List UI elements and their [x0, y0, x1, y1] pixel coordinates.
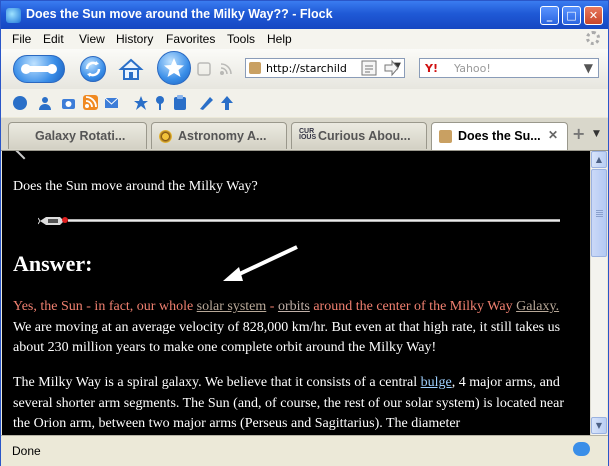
maximize-button[interactable]: □ — [562, 6, 581, 25]
answer-paragraph: Yes, the Sun - in fact, our whole solar … — [13, 297, 579, 359]
tab-curious-about-astronomy[interactable]: CUR IOUS Curious Abou... — [291, 122, 427, 149]
site-favicon-icon — [249, 62, 261, 74]
page-question: Does the Sun move around the Milky Way? — [13, 179, 258, 194]
tab-label: Does the Su... — [458, 129, 541, 143]
milky-way-paragraph: The Milky Way is a spiral galaxy. We bel… — [13, 373, 579, 435]
galaxy-link[interactable]: Galaxy. — [516, 299, 559, 314]
chat-bubble-icon[interactable] — [573, 442, 590, 456]
menu-favorites[interactable]: Favorites — [166, 32, 215, 46]
answer-body-text: We are moving at an average velocity of … — [13, 319, 561, 356]
title-bar: Does the Sun move around the Milky Way??… — [1, 1, 608, 29]
menu-edit[interactable]: Edit — [43, 32, 64, 46]
menu-help[interactable]: Help — [267, 32, 292, 46]
page-graphic-fragment — [15, 151, 33, 160]
answer-highlight-text: Yes, the Sun - in fact, our whole — [13, 299, 197, 314]
answer-highlight-text-2: around the center of the Milky Way — [309, 299, 517, 314]
tab-label: Galaxy Rotati... — [35, 129, 126, 143]
menu-file[interactable]: File — [12, 32, 31, 46]
rss-feed-icon[interactable] — [83, 95, 99, 114]
pointer-arrow-icon — [223, 245, 298, 281]
upload-icon[interactable] — [219, 95, 235, 114]
window-title: Does the Sun move around the Milky Way??… — [26, 7, 333, 21]
star-icon — [164, 58, 184, 77]
tab-galaxy-rotation[interactable]: Galaxy Rotati... — [8, 122, 147, 149]
favorites-star-button[interactable] — [157, 51, 191, 85]
flock-app-icon — [6, 8, 21, 23]
curious-favicon-icon: CUR IOUS — [299, 128, 317, 141]
answer-heading: Answer: — [13, 251, 93, 276]
milky-way-text: The Milky Way is a spiral galaxy. We bel… — [13, 375, 421, 390]
answer-separator-text: - — [266, 299, 278, 314]
clipboard-icon[interactable] — [173, 95, 187, 114]
status-text: Done — [12, 444, 41, 458]
tab-list-dropdown-icon[interactable]: ▼ — [593, 129, 600, 139]
favorites-sidebar-icon[interactable] — [133, 95, 149, 114]
minimize-button[interactable]: _ — [540, 6, 559, 25]
tab-bar: Galaxy Rotati... Astronomy A... CUR IOUS … — [1, 118, 608, 151]
menu-bar: File Edit View History Favorites Tools H… — [1, 29, 608, 50]
yahoo-logo-icon: Y! — [425, 62, 438, 75]
tab-label: Curious Abou... — [318, 129, 411, 143]
scroll-grip — [596, 210, 603, 211]
tab-astronomy[interactable]: Astronomy A... — [151, 122, 287, 149]
back-forward-icon — [21, 64, 57, 74]
status-bar: Done — [1, 435, 608, 466]
mail-icon[interactable] — [104, 96, 120, 113]
go-button[interactable] — [381, 58, 401, 78]
photo-icon[interactable] — [61, 95, 77, 114]
page-info-icon[interactable] — [359, 58, 379, 78]
close-tab-icon[interactable]: ✕ — [548, 128, 558, 142]
search-dropdown-icon[interactable]: ▼ — [584, 61, 593, 75]
reload-button[interactable] — [80, 56, 106, 82]
starchild-favicon-icon — [439, 130, 452, 143]
home-button[interactable] — [117, 56, 145, 82]
new-tab-button[interactable]: + — [572, 126, 588, 142]
menu-history[interactable]: History — [116, 32, 153, 46]
people-icon[interactable] — [37, 95, 53, 114]
go-arrow-icon — [384, 59, 399, 77]
solar-system-link[interactable]: solar system — [197, 299, 267, 314]
vertical-scrollbar[interactable]: ▲ ▼ — [590, 151, 607, 435]
orbits-link[interactable]: orbits — [278, 299, 310, 314]
activity-throbber-icon — [586, 31, 600, 45]
feed-icon[interactable] — [219, 62, 233, 76]
page-content: Does the Sun move around the Milky Way? … — [2, 151, 590, 435]
rocket-trail — [68, 219, 560, 222]
home-icon — [118, 58, 144, 80]
browser-window: Does the Sun move around the Milky Way??… — [0, 0, 609, 466]
search-box[interactable]: Y! Yahoo! ▼ — [419, 58, 599, 78]
close-window-button[interactable]: ✕ — [584, 6, 603, 25]
url-text[interactable]: http://starchild — [266, 62, 347, 75]
scroll-down-button[interactable]: ▼ — [591, 417, 607, 434]
menu-view[interactable]: View — [79, 32, 105, 46]
blog-icon[interactable] — [197, 62, 211, 76]
scroll-thumb[interactable] — [591, 169, 607, 257]
menu-tools[interactable]: Tools — [227, 32, 255, 46]
search-placeholder: Yahoo! — [454, 62, 491, 75]
tab-does-the-sun-move[interactable]: Does the Su... ✕ — [431, 122, 568, 150]
reload-icon — [85, 61, 101, 77]
pin-icon[interactable] — [153, 95, 167, 114]
bulge-link[interactable]: bulge — [421, 375, 452, 390]
blog-post-icon[interactable] — [198, 95, 214, 114]
flock-globe-icon[interactable] — [13, 96, 27, 110]
astronomy-favicon-icon — [159, 130, 172, 143]
scroll-up-button[interactable]: ▲ — [591, 151, 607, 168]
back-forward-button[interactable] — [13, 55, 65, 83]
tab-label: Astronomy A... — [178, 129, 267, 143]
